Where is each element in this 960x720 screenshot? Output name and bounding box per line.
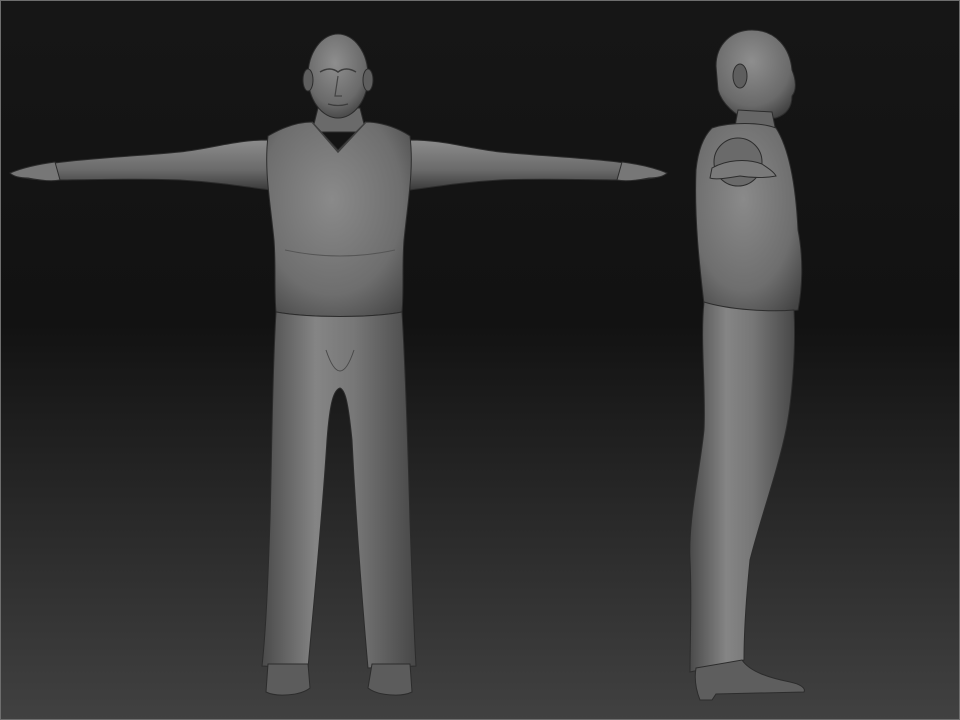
front-left-ear — [302, 68, 314, 92]
front-left-shoe — [265, 663, 311, 696]
viewport-canvas — [0, 0, 960, 720]
viewport-background — [0, 0, 960, 720]
front-right-shoe — [367, 663, 413, 696]
side-ear — [732, 63, 748, 89]
sculpt-viewport[interactable] — [0, 0, 960, 720]
front-right-ear — [362, 68, 374, 92]
